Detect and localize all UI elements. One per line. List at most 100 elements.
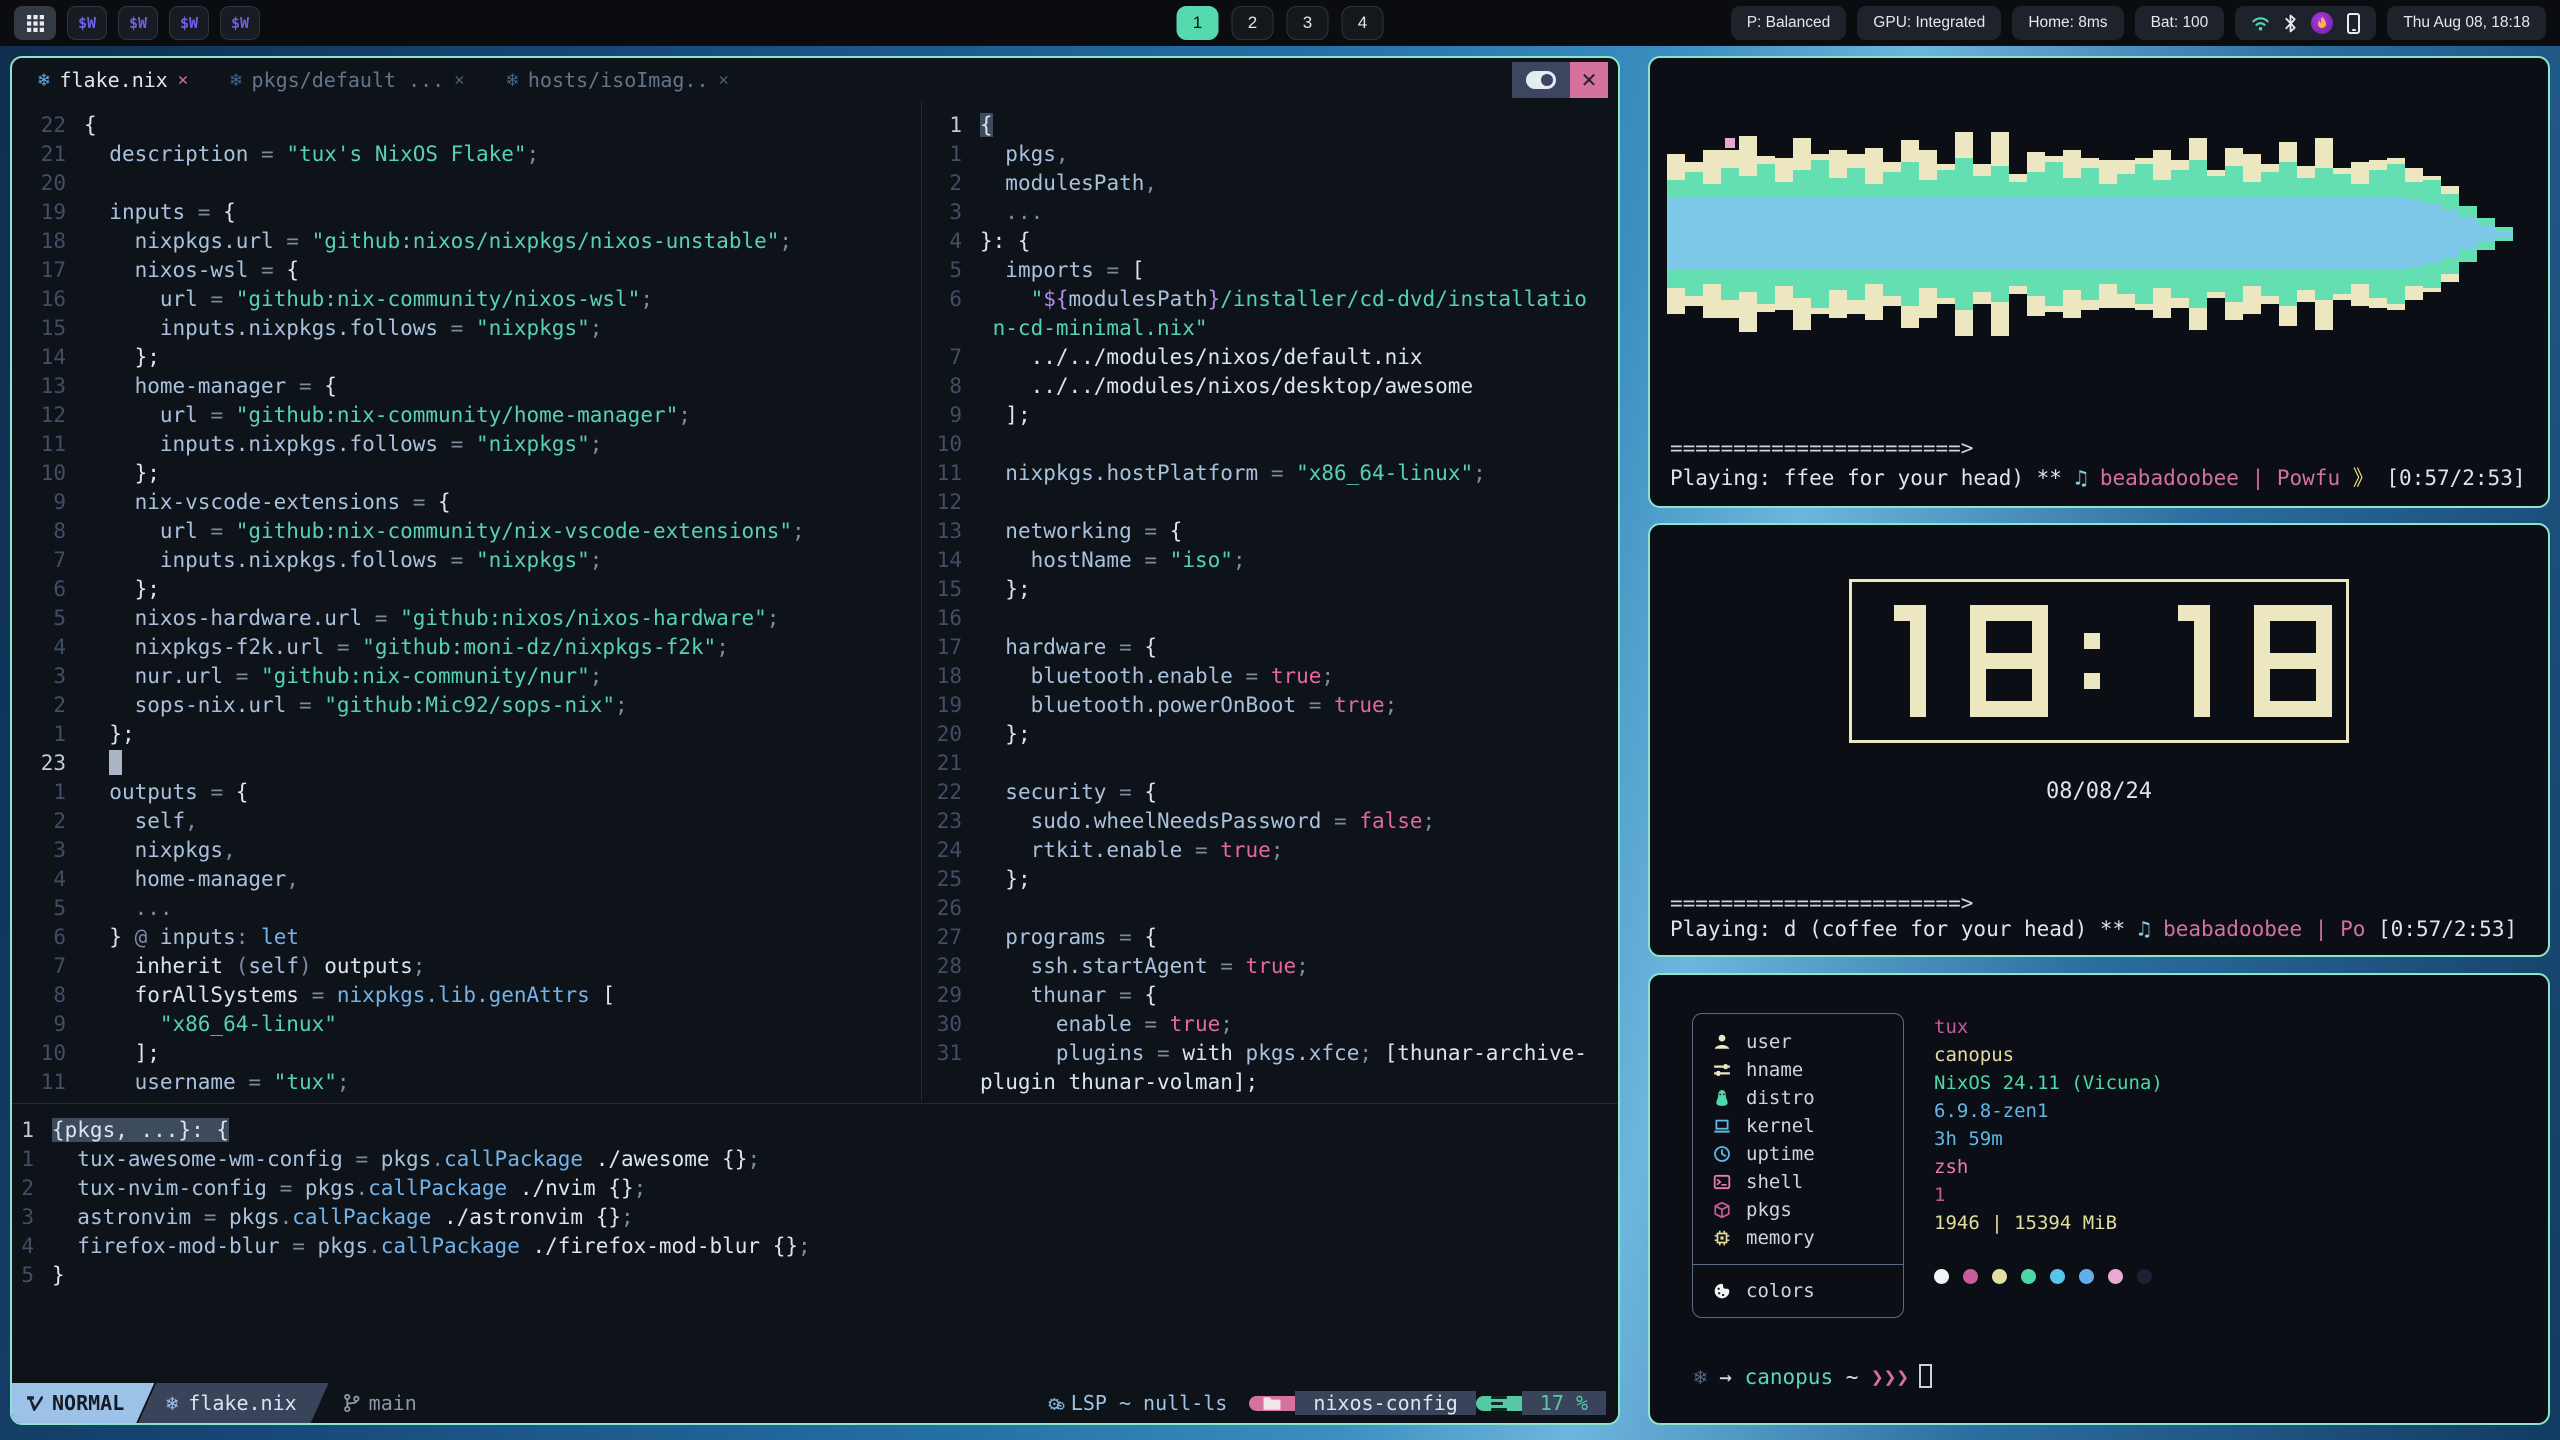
code-line: 6 }; xyxy=(12,575,920,604)
tag-1[interactable]: 1 xyxy=(1177,6,1219,40)
workspace-button-1[interactable]: $W xyxy=(67,6,107,40)
text-segment xyxy=(84,664,135,688)
line-number: 29 xyxy=(922,981,980,1010)
text-segment: = xyxy=(400,490,438,514)
text-segment: pkgs xyxy=(1005,142,1056,166)
git-branch[interactable]: main xyxy=(343,1383,417,1423)
text-segment: ; xyxy=(590,664,603,688)
text-segment: { xyxy=(1144,780,1157,804)
line-number: 2 xyxy=(12,691,84,720)
text-segment: bluetooth.enable xyxy=(1031,664,1233,688)
text-segment xyxy=(52,1205,77,1229)
text-segment: { xyxy=(1144,983,1157,1007)
clock-digit xyxy=(2254,605,2332,717)
text-segment: { xyxy=(223,200,236,224)
pane-flake-nix[interactable]: 22{21 description = "tux's NixOS Flake";… xyxy=(12,102,920,1102)
tab-close-icon[interactable]: ✕ xyxy=(454,70,464,90)
fire-app-icon[interactable] xyxy=(2311,12,2333,34)
ping-label: Home: 8ms xyxy=(2028,14,2107,32)
text-segment: ) xyxy=(299,954,324,978)
text-segment: } xyxy=(52,1263,65,1287)
workspace-button-4[interactable]: $W xyxy=(220,6,260,40)
text-segment: { xyxy=(286,258,299,282)
gpu-pill[interactable]: GPU: Integrated xyxy=(1857,6,2001,40)
code-text: nixos-hardware.url = "github:nixos/nixos… xyxy=(84,604,779,633)
tab-pkgs-default[interactable]: ❄ pkgs/default ... ✕ xyxy=(230,68,464,92)
code-text: thunar = { xyxy=(980,981,1157,1010)
code-text: nixpkgs.hostPlatform = "x86_64-linux"; xyxy=(980,459,1486,488)
pane-pkgs-default[interactable]: 1{pkgs, ...}: {1 tux-awesome-wm-config =… xyxy=(12,1103,1618,1383)
code-text xyxy=(84,749,122,778)
neovim-window[interactable]: ❄ flake.nix ✕ ❄ pkgs/default ... ✕ ❄ hos… xyxy=(10,56,1620,1425)
code-text: hostName = "iso"; xyxy=(980,546,1246,575)
text-segment: plugin thunar-volman]; xyxy=(980,1070,1258,1094)
status-cluster: P: Balanced GPU: Integrated Home: 8ms Ba… xyxy=(1731,6,2546,40)
bluetooth-icon[interactable] xyxy=(2284,14,2297,33)
fetch-terminal-widget[interactable]: userhnamedistrokerneluptimeshellpkgsmemo… xyxy=(1648,973,2550,1425)
code-text: firefox-mod-blur = pkgs.callPackage ./fi… xyxy=(52,1232,811,1261)
line-number: 4 xyxy=(12,865,84,894)
branch-label: main xyxy=(369,1391,417,1415)
workspace-button-3[interactable]: $W xyxy=(169,6,209,40)
text-segment xyxy=(980,142,1005,166)
code-line: 16 xyxy=(922,604,1618,633)
layout-button[interactable] xyxy=(14,6,56,40)
fetch-value-row: 6.9.8-zen1 xyxy=(1934,1097,2163,1125)
tab-flake-nix[interactable]: ❄ flake.nix ✕ xyxy=(38,68,188,92)
file-segment: ❄ flake.nix xyxy=(138,1383,328,1423)
pane-iso-image[interactable]: 1{1 pkgs,2 modulesPath,3 ...4}: {5 impor… xyxy=(921,102,1618,1102)
tab-close-icon[interactable]: ✕ xyxy=(178,70,188,90)
code-text: modulesPath, xyxy=(980,169,1157,198)
float-toggle-button[interactable] xyxy=(1512,62,1570,98)
text-segment: "tux" xyxy=(274,1070,337,1094)
text-segment: = xyxy=(1106,925,1144,949)
workspace-button-2[interactable]: $W xyxy=(118,6,158,40)
tab-hosts-isoimage[interactable]: ❄ hosts/isoImag.. ✕ xyxy=(506,68,728,92)
text-segment: = xyxy=(1132,548,1170,572)
text-segment: ; xyxy=(767,606,780,630)
text-segment: "x86_64-linux" xyxy=(1296,461,1473,485)
phone-icon[interactable] xyxy=(2347,13,2360,34)
ping-pill[interactable]: Home: 8ms xyxy=(2012,6,2123,40)
clock-label: Thu Aug 08, 18:18 xyxy=(2403,14,2530,32)
project-segment[interactable]: nixos-config xyxy=(1295,1391,1476,1415)
text-segment: nixpkgs.hostPlatform xyxy=(1005,461,1258,485)
code-text: inputs.nixpkgs.follows = "nixpkgs"; xyxy=(84,546,602,575)
text-segment: beabadoobee | Powfu xyxy=(2100,466,2353,490)
line-number: 9 xyxy=(12,488,84,517)
line-number: 16 xyxy=(922,604,980,633)
window-close-button[interactable]: ✕ xyxy=(1570,62,1608,98)
network-icon[interactable] xyxy=(2251,15,2270,32)
fetch-value-row: 1 xyxy=(1934,1181,2163,1209)
line-number: 7 xyxy=(12,952,84,981)
text-segment xyxy=(980,983,1031,1007)
text-segment: = xyxy=(1132,519,1170,543)
fetch-value: NixOS 24.11 (Vicuna) xyxy=(1934,1072,2163,1094)
text-segment: callPackage xyxy=(381,1234,520,1258)
text-segment: ♫ xyxy=(2075,466,2100,490)
code-line: 20 xyxy=(12,169,920,198)
shell-prompt[interactable]: ❄ → canopus ~ ❯❯❯ xyxy=(1650,1318,2548,1389)
lsp-label: LSP ~ null-ls xyxy=(1071,1391,1228,1415)
code-line: 20 }; xyxy=(922,720,1618,749)
line-number xyxy=(922,1068,980,1097)
text-segment: "github:nixos/nixos-hardware" xyxy=(400,606,767,630)
text-segment: = xyxy=(1106,635,1144,659)
line-number: 10 xyxy=(922,430,980,459)
tag-2[interactable]: 2 xyxy=(1232,6,1274,40)
power-profile-pill[interactable]: P: Balanced xyxy=(1731,6,1847,40)
text-segment: = xyxy=(1132,1012,1170,1036)
battery-pill[interactable]: Bat: 100 xyxy=(2135,6,2225,40)
text-segment xyxy=(52,1147,77,1171)
line-number: 5 xyxy=(12,604,84,633)
text-segment: ; xyxy=(1359,1041,1384,1065)
fetch-value: 6.9.8-zen1 xyxy=(1934,1100,2048,1122)
text-segment xyxy=(84,461,135,485)
code-line: 25 }; xyxy=(922,865,1618,894)
code-line: 18 nixpkgs.url = "github:nixos/nixpkgs/n… xyxy=(12,227,920,256)
text-segment xyxy=(84,345,135,369)
tab-close-icon[interactable]: ✕ xyxy=(719,70,729,90)
clock-pill[interactable]: Thu Aug 08, 18:18 xyxy=(2387,6,2546,40)
tag-4[interactable]: 4 xyxy=(1342,6,1384,40)
tag-3[interactable]: 3 xyxy=(1287,6,1329,40)
